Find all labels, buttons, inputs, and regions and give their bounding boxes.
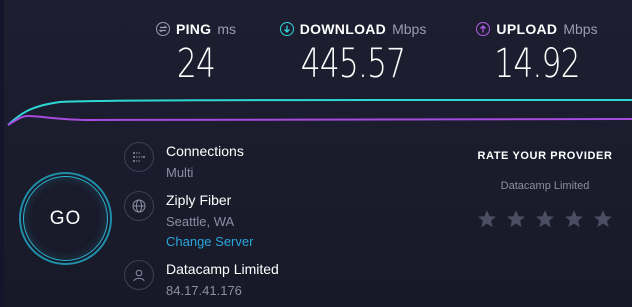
globe-icon — [124, 191, 154, 221]
rate-provider-panel: RATE YOUR PROVIDER Datacamp Limited — [470, 150, 620, 230]
upload-icon — [476, 22, 491, 36]
speedtest-app: PING ms 24 DOWNLOAD Mbps 445.57 UPLOAD M… — [0, 0, 632, 307]
go-button-ring: GO — [23, 176, 108, 261]
ping-value: 24 — [176, 41, 216, 87]
server-location: Seattle, WA — [166, 214, 235, 229]
connections-title: Connections — [166, 143, 244, 159]
user-icon — [124, 260, 154, 290]
change-server-link[interactable]: Change Server — [166, 233, 253, 251]
ping-unit: ms — [217, 21, 237, 37]
ping-metric: PING ms 24 — [148, 18, 244, 86]
download-metric: DOWNLOAD Mbps 445.57 — [268, 18, 438, 86]
server-row: Ziply Fiber Seattle, WA Change Server — [124, 191, 253, 251]
download-unit: Mbps — [392, 21, 427, 37]
provider-ip: 84.17.41.176 — [166, 283, 242, 298]
upload-value: 14.92 — [494, 41, 580, 87]
upload-line — [7, 114, 632, 126]
upload-label: UPLOAD — [496, 21, 558, 37]
upload-unit: Mbps — [563, 21, 598, 37]
ping-label: PING — [175, 21, 212, 37]
star-icon-2[interactable] — [505, 208, 527, 230]
rate-title: RATE YOUR PROVIDER — [477, 150, 613, 162]
star-rating — [470, 208, 620, 230]
download-line — [7, 99, 632, 126]
provider-title: Datacamp Limited — [166, 261, 279, 277]
speed-graph — [7, 99, 632, 126]
star-icon-3[interactable] — [534, 208, 556, 230]
provider-row: Datacamp Limited 84.17.41.176 — [124, 260, 279, 300]
connections-icon — [124, 142, 154, 172]
download-label: DOWNLOAD — [299, 21, 387, 37]
star-icon-1[interactable] — [476, 208, 498, 230]
star-icon-4[interactable] — [563, 208, 585, 230]
download-icon — [279, 22, 294, 36]
connections-value: Multi — [166, 165, 194, 180]
star-icon-5[interactable] — [592, 208, 614, 230]
go-label: GO — [49, 207, 82, 229]
upload-metric: UPLOAD Mbps 14.92 — [462, 18, 612, 86]
go-button[interactable]: GO — [19, 172, 112, 265]
server-title: Ziply Fiber — [166, 192, 232, 208]
left-edge — [0, 0, 4, 307]
download-value: 445.57 — [300, 41, 406, 87]
connections-row: Connections Multi — [124, 142, 244, 182]
rate-provider-name: Datacamp Limited — [500, 180, 590, 192]
ping-icon — [155, 22, 170, 36]
